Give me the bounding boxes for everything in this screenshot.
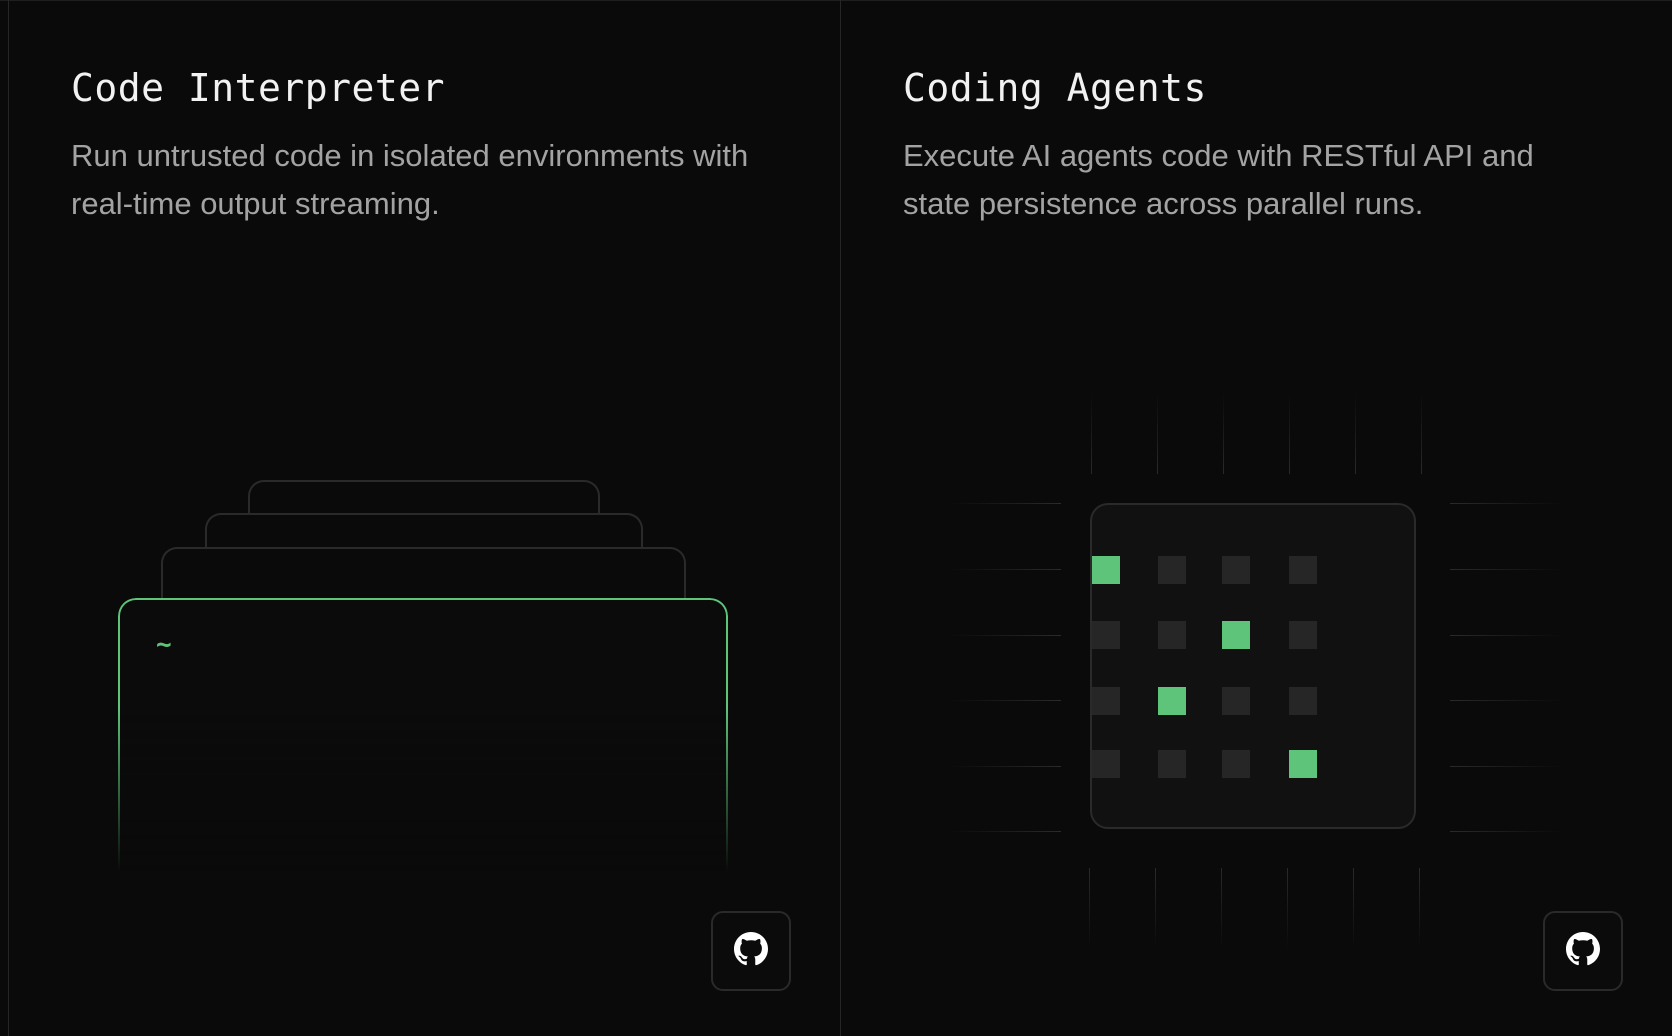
chip-cell [1289, 556, 1317, 584]
chip-pin [1155, 868, 1156, 950]
chip-cell [1222, 687, 1250, 715]
chip-cell [1222, 556, 1250, 584]
chip-cell [1158, 621, 1186, 649]
features-section: Code Interpreter Run untrusted code in i… [0, 0, 1672, 1036]
terminal-window: ~ [118, 598, 728, 872]
chip-body [1090, 503, 1416, 829]
github-icon [734, 932, 768, 970]
chip-pin [1450, 503, 1562, 504]
github-link-button[interactable] [711, 911, 791, 991]
chip-pin [1450, 635, 1562, 636]
chip-cell [1092, 621, 1120, 649]
chip-pin [949, 569, 1061, 570]
card-description: Execute AI agents code with RESTful API … [903, 138, 1534, 221]
code-interpreter-card: Code Interpreter Run untrusted code in i… [9, 0, 840, 1036]
chip-pin [1287, 868, 1288, 950]
chip-pin [949, 831, 1061, 832]
chip-cell [1222, 621, 1250, 649]
chip-cell [1289, 750, 1317, 778]
chip-pin [949, 635, 1061, 636]
chip-pin [1355, 392, 1356, 474]
chip-pin [1157, 392, 1158, 474]
chip-pin [949, 503, 1061, 504]
card-title: Coding Agents [903, 66, 1207, 110]
chip-pin [1091, 392, 1092, 474]
chip-pin [1450, 569, 1562, 570]
chip-pin [1419, 868, 1420, 950]
chip-cell [1158, 687, 1186, 715]
chip-pin [1223, 392, 1224, 474]
chip-pin [1450, 700, 1562, 701]
terminal-prompt: ~ [156, 630, 172, 660]
chip-cell [1222, 750, 1250, 778]
github-icon [1566, 932, 1600, 970]
chip-pin [1450, 831, 1562, 832]
chip-pin [949, 700, 1061, 701]
coding-agents-card: Coding Agents Execute AI agents code wit… [841, 0, 1672, 1036]
chip-pin [1421, 392, 1422, 474]
chip-pin [1089, 868, 1090, 950]
card-description: Run untrusted code in isolated environme… [71, 138, 749, 221]
chip-pin [1221, 868, 1222, 950]
chip-cell [1158, 750, 1186, 778]
chip-cell [1092, 687, 1120, 715]
chip-pin [1450, 766, 1562, 767]
chip-cell [1289, 621, 1317, 649]
github-link-button[interactable] [1543, 911, 1623, 991]
chip-cell [1158, 556, 1186, 584]
chip-pin [1353, 868, 1354, 950]
chip-cell [1092, 556, 1120, 584]
chip-cell [1092, 750, 1120, 778]
chip-pin [1289, 392, 1290, 474]
chip-cell [1289, 687, 1317, 715]
card-title: Code Interpreter [71, 66, 446, 110]
chip-pin [949, 766, 1061, 767]
